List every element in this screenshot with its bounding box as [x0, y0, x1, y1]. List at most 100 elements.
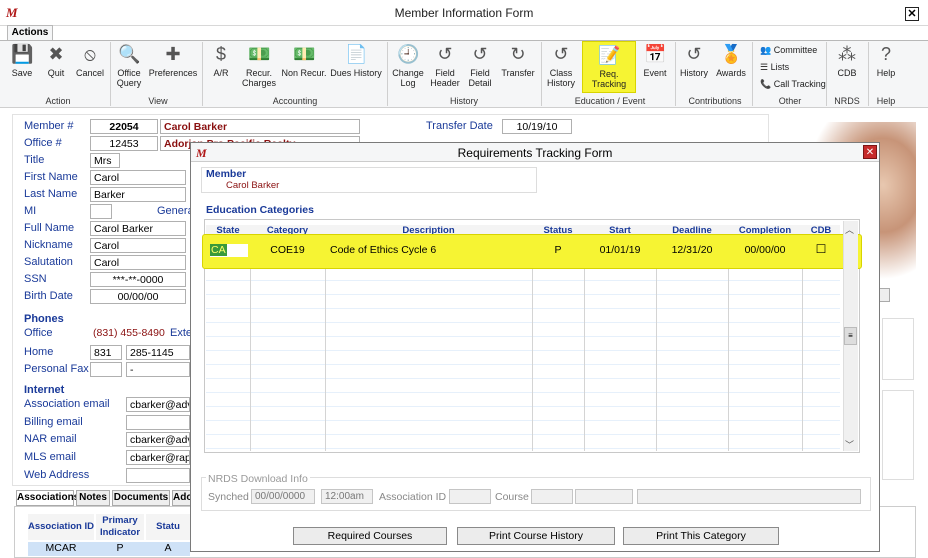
right-panel: [882, 390, 914, 480]
history-icon: ↺: [553, 44, 569, 64]
history-button[interactable]: ↺ History: [678, 44, 710, 78]
last-name-label: Last Name: [24, 188, 78, 200]
medal-icon: 🏅: [720, 44, 743, 64]
ar-button[interactable]: $ A/R: [206, 44, 236, 78]
cdb-checkbox[interactable]: ☐: [802, 242, 840, 256]
assoc-id-cell: MCAR: [45, 542, 77, 554]
cancel-icon: ⦸: [84, 44, 96, 64]
mi-label: MI: [24, 205, 37, 217]
nar-email-field[interactable]: cbarker@adv: [126, 432, 190, 447]
scroll-thumb[interactable]: ≡: [844, 327, 857, 345]
tab-addresses[interactable]: Ado: [172, 490, 192, 506]
help-button[interactable]: ? Help: [872, 44, 900, 78]
home-area-field[interactable]: 831: [90, 345, 122, 360]
group-label: View: [148, 96, 168, 106]
tab-documents[interactable]: Documents: [112, 490, 170, 506]
member-name-field[interactable]: Carol Barker: [160, 119, 360, 134]
office-phone-field[interactable]: (831) 455-8490: [90, 326, 166, 341]
change-log-button[interactable]: 🕘 Change Log: [390, 44, 426, 88]
history-icon: ↺: [437, 44, 453, 64]
group-divider: [387, 42, 388, 106]
tab-notes[interactable]: Notes: [76, 490, 110, 506]
field-header-button[interactable]: ↺ Field Header: [428, 44, 462, 88]
association-id-field: [449, 489, 491, 504]
right-panel: [882, 318, 914, 380]
home-phone-field[interactable]: 285-1145: [126, 345, 190, 360]
quit-icon: ✖: [48, 44, 64, 64]
dues-history-button[interactable]: 📄 Dues History: [330, 44, 382, 78]
column-divider: [325, 239, 326, 451]
course-description-field: [637, 489, 861, 504]
ssn-field[interactable]: ***-**-0000: [90, 272, 186, 287]
start-cell: 01/01/19: [599, 244, 641, 256]
group-divider: [752, 42, 753, 106]
quit-button[interactable]: ✖ Quit: [40, 44, 72, 78]
nar-email-label: NAR email: [24, 433, 77, 445]
non-recur-button[interactable]: 💵 Non Recur.: [281, 44, 327, 78]
dialog-close-button[interactable]: ✕: [863, 145, 877, 159]
call-tracking-button[interactable]: 📞 Call Tracking: [760, 79, 826, 90]
tab-actions[interactable]: Actions: [7, 25, 53, 41]
ssn-label: SSN: [24, 273, 47, 285]
save-button[interactable]: 💾 Save: [6, 44, 38, 78]
office-query-button[interactable]: 🔍 Office Query: [113, 44, 145, 88]
recur-charges-button[interactable]: 💵 Recur. Charges: [240, 44, 278, 88]
first-name-field[interactable]: Carol: [90, 170, 186, 185]
association-email-field[interactable]: cbarker@adv: [126, 397, 190, 412]
cdb-button[interactable]: ⁂ CDB: [832, 44, 862, 78]
print-course-history-button[interactable]: Print Course History: [457, 527, 615, 545]
dialog-title: Requirements Tracking Form: [457, 146, 613, 160]
group-label: Help: [876, 96, 896, 106]
awards-button[interactable]: 🏅 Awards: [714, 44, 748, 78]
scroll-up-icon[interactable]: ︿: [845, 223, 854, 236]
column-divider: [728, 239, 729, 451]
web-address-label: Web Address: [24, 469, 90, 481]
mi-field[interactable]: [90, 204, 112, 219]
scroll-down-icon[interactable]: ﹀: [845, 438, 854, 451]
state-cell[interactable]: CA: [210, 244, 248, 257]
field-detail-button[interactable]: ↺ Field Detail: [464, 44, 496, 88]
birth-date-field[interactable]: 00/00/00: [90, 289, 186, 304]
association-email-label: Association email: [24, 398, 110, 410]
fax-area-field[interactable]: [90, 362, 122, 377]
title-field[interactable]: Mrs: [90, 153, 120, 168]
group-divider: [202, 42, 203, 106]
fax-field[interactable]: -: [126, 362, 190, 377]
notepad-icon: 📝: [598, 45, 621, 65]
nickname-field[interactable]: Carol: [90, 238, 186, 253]
event-button[interactable]: 📅 Event: [640, 44, 670, 78]
full-name-field[interactable]: Carol Barker: [90, 221, 186, 236]
group-divider: [826, 42, 827, 106]
billing-email-field[interactable]: [126, 415, 190, 430]
req-tracking-button[interactable]: 📝 Req. Tracking: [582, 41, 636, 93]
phone-icon: 📞: [760, 79, 774, 89]
office-no-field[interactable]: 12453: [90, 136, 158, 151]
cancel-button[interactable]: ⦸ Cancel: [74, 44, 106, 78]
required-courses-button[interactable]: Required Courses: [293, 527, 447, 545]
last-name-field[interactable]: Barker: [90, 187, 186, 202]
close-button[interactable]: ✕: [905, 7, 919, 21]
lists-button[interactable]: ☰ Lists: [760, 62, 789, 73]
transfer-button[interactable]: ↻ Transfer: [499, 44, 537, 78]
window-title: Member Information Form: [394, 6, 534, 20]
calendar-icon: 📅: [644, 44, 667, 64]
mls-email-label: MLS email: [24, 451, 76, 463]
phones-header: Phones: [24, 313, 64, 325]
group-label: Action: [45, 96, 71, 106]
synched-time-field: 12:00am: [321, 489, 373, 504]
group-label: History: [449, 96, 478, 106]
preferences-button[interactable]: ✚ Preferences: [148, 44, 198, 78]
group-label: Other: [778, 96, 802, 106]
class-history-button[interactable]: ↺ Class History: [544, 44, 578, 88]
salutation-field[interactable]: Carol: [90, 255, 186, 270]
transfer-date-field[interactable]: 10/19/10: [502, 119, 572, 134]
mls-email-field[interactable]: cbarker@rap: [126, 450, 190, 465]
transfer-icon: ↻: [510, 44, 526, 64]
tab-associations[interactable]: Associations: [16, 490, 79, 506]
print-this-category-button[interactable]: Print This Category: [623, 527, 779, 545]
web-address-field[interactable]: [126, 468, 190, 483]
member-no-field[interactable]: 22054: [90, 119, 158, 134]
category-cell: COE19: [270, 244, 305, 256]
plus-icon: ✚: [165, 44, 181, 64]
committee-button[interactable]: 👥 Committee: [760, 45, 817, 56]
